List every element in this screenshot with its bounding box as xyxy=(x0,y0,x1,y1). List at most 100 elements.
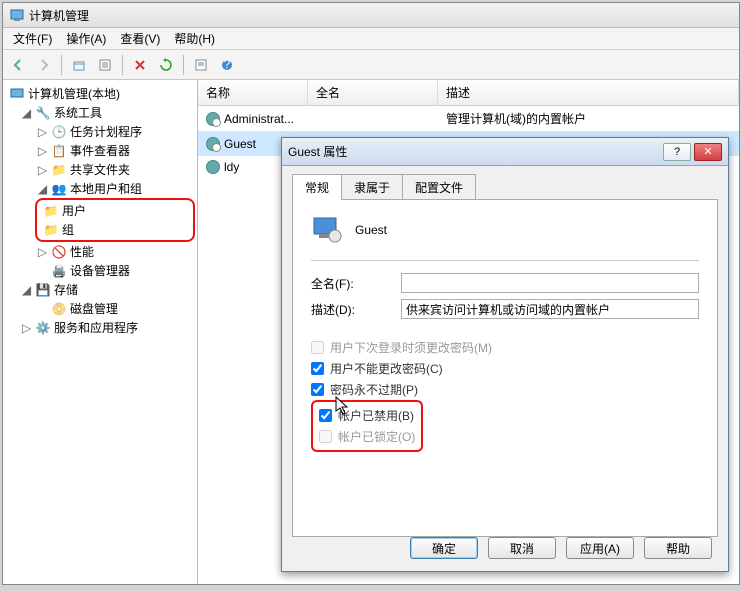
back-button[interactable] xyxy=(7,54,29,76)
fullname-label: 全名(F): xyxy=(311,275,401,292)
cancel-button[interactable]: 取消 xyxy=(488,537,556,559)
cell-full xyxy=(308,108,438,129)
dialog-title: Guest 属性 xyxy=(288,143,347,160)
toolbar: ? xyxy=(3,50,739,80)
help-button[interactable]: ? xyxy=(216,54,238,76)
list-row-admin[interactable]: Administrat... 管理计算机(域)的内置帐户 xyxy=(198,106,739,131)
fullname-input[interactable] xyxy=(401,273,699,293)
tree-label: 共享文件夹 xyxy=(70,161,130,178)
collapse-icon[interactable]: ◢ xyxy=(21,283,32,297)
chk-label: 密码永不过期(P) xyxy=(330,381,418,398)
fullname-row: 全名(F): xyxy=(311,273,699,293)
account-header: Guest xyxy=(311,214,699,246)
refresh-button[interactable] xyxy=(155,54,177,76)
chk-label: 帐户已禁用(B) xyxy=(338,407,414,424)
users-icon: 👥 xyxy=(51,181,67,197)
tree-label: 系统工具 xyxy=(54,104,102,121)
disk-icon: 📀 xyxy=(51,301,67,317)
account-name: Guest xyxy=(355,223,387,237)
tree-label: 本地用户和组 xyxy=(70,180,142,197)
tab-memberof[interactable]: 隶属于 xyxy=(341,174,403,200)
tree-label: 设备管理器 xyxy=(70,262,130,279)
chk-neverexpire[interactable]: 密码永不过期(P) xyxy=(311,379,699,400)
expand-icon[interactable]: ▷ xyxy=(37,245,48,259)
tree-root[interactable]: 计算机管理(本地) xyxy=(5,84,195,103)
chk-cannotchange-box[interactable] xyxy=(311,362,324,375)
dialog-controls: ? ✕ xyxy=(663,143,722,161)
user-icon xyxy=(206,160,220,174)
desc-row: 描述(D): xyxy=(311,299,699,319)
col-full[interactable]: 全名 xyxy=(308,80,438,105)
help-button[interactable]: ? xyxy=(663,143,691,161)
tree-diskmgr[interactable]: 📀磁盘管理 xyxy=(5,299,195,318)
menu-view[interactable]: 查看(V) xyxy=(114,28,166,49)
help-button[interactable]: 帮助 xyxy=(644,537,712,559)
export-button[interactable] xyxy=(190,54,212,76)
cell-name: Guest xyxy=(224,137,256,151)
tree-svcapp[interactable]: ▷⚙️服务和应用程序 xyxy=(5,318,195,337)
desc-label: 描述(D): xyxy=(311,301,401,318)
nav-tree[interactable]: 计算机管理(本地) ◢🔧系统工具 ▷🕒任务计划程序 ▷📋事件查看器 ▷📁共享文件… xyxy=(3,80,198,584)
tab-page-general: Guest 全名(F): 描述(D): 用户下次登录时须更改密码(M) 用户不能… xyxy=(292,199,718,537)
computer-icon xyxy=(9,86,25,102)
chk-cannotchange[interactable]: 用户不能更改密码(C) xyxy=(311,358,699,379)
cell-name: Administrat... xyxy=(224,112,294,126)
storage-icon: 💾 xyxy=(35,282,51,298)
col-desc[interactable]: 描述 xyxy=(438,80,739,105)
tab-general[interactable]: 常规 xyxy=(292,174,342,200)
tree-root-label: 计算机管理(本地) xyxy=(28,85,120,102)
desc-input[interactable] xyxy=(401,299,699,319)
menubar: 文件(F) 操作(A) 查看(V) 帮助(H) xyxy=(3,28,739,50)
properties-button[interactable] xyxy=(94,54,116,76)
forward-button[interactable] xyxy=(33,54,55,76)
collapse-icon[interactable]: ◢ xyxy=(21,106,32,120)
dialog-titlebar[interactable]: Guest 属性 ? ✕ xyxy=(282,138,728,166)
divider xyxy=(311,260,699,261)
tree-event[interactable]: ▷📋事件查看器 xyxy=(5,141,195,160)
chk-mustchange: 用户下次登录时须更改密码(M) xyxy=(311,337,699,358)
event-icon: 📋 xyxy=(51,143,67,159)
expand-icon[interactable]: ▷ xyxy=(21,321,32,335)
chk-disabled-box[interactable] xyxy=(319,409,332,422)
tree-label: 用户 xyxy=(62,202,86,219)
tree-systools[interactable]: ◢🔧系统工具 xyxy=(5,103,195,122)
tree-task[interactable]: ▷🕒任务计划程序 xyxy=(5,122,195,141)
tree-users[interactable]: 📁用户 xyxy=(39,201,191,220)
up-button[interactable] xyxy=(68,54,90,76)
tree-storage[interactable]: ◢💾存储 xyxy=(5,280,195,299)
chk-label: 用户下次登录时须更改密码(M) xyxy=(330,339,492,356)
dialog-buttons: 确定 取消 应用(A) 帮助 xyxy=(410,537,712,559)
menu-help[interactable]: 帮助(H) xyxy=(168,28,221,49)
folder-icon: 📁 xyxy=(43,222,59,238)
chk-label: 帐户已锁定(O) xyxy=(338,428,415,445)
close-button[interactable]: ✕ xyxy=(694,143,722,161)
user-icon xyxy=(206,137,220,151)
tree-label: 组 xyxy=(62,221,74,238)
col-name[interactable]: 名称 xyxy=(198,80,308,105)
menu-action[interactable]: 操作(A) xyxy=(60,28,112,49)
tree-label: 存储 xyxy=(54,281,78,298)
tree-perf[interactable]: ▷🚫性能 xyxy=(5,242,195,261)
menu-file[interactable]: 文件(F) xyxy=(7,28,58,49)
collapse-icon[interactable]: ◢ xyxy=(37,182,48,196)
tree-devmgr[interactable]: 🖨️设备管理器 xyxy=(5,261,195,280)
tree-share[interactable]: ▷📁共享文件夹 xyxy=(5,160,195,179)
account-icon xyxy=(311,214,343,246)
chk-locked: 帐户已锁定(O) xyxy=(319,426,415,447)
tree-localug[interactable]: ◢👥本地用户和组 xyxy=(5,179,195,198)
chk-neverexpire-box[interactable] xyxy=(311,383,324,396)
highlight-box-2: 帐户已禁用(B) 帐户已锁定(O) xyxy=(311,400,423,452)
clock-icon: 🕒 xyxy=(51,124,67,140)
delete-button[interactable] xyxy=(129,54,151,76)
tree-groups[interactable]: 📁组 xyxy=(39,220,191,239)
separator xyxy=(122,55,123,75)
chk-disabled[interactable]: 帐户已禁用(B) xyxy=(319,405,415,426)
apply-button[interactable]: 应用(A) xyxy=(566,537,634,559)
folder-icon: 📁 xyxy=(43,203,59,219)
expand-icon[interactable]: ▷ xyxy=(37,125,48,139)
svg-text:?: ? xyxy=(224,58,231,71)
expand-icon[interactable]: ▷ xyxy=(37,144,48,158)
tab-profile[interactable]: 配置文件 xyxy=(402,174,476,200)
ok-button[interactable]: 确定 xyxy=(410,537,478,559)
expand-icon[interactable]: ▷ xyxy=(37,163,48,177)
